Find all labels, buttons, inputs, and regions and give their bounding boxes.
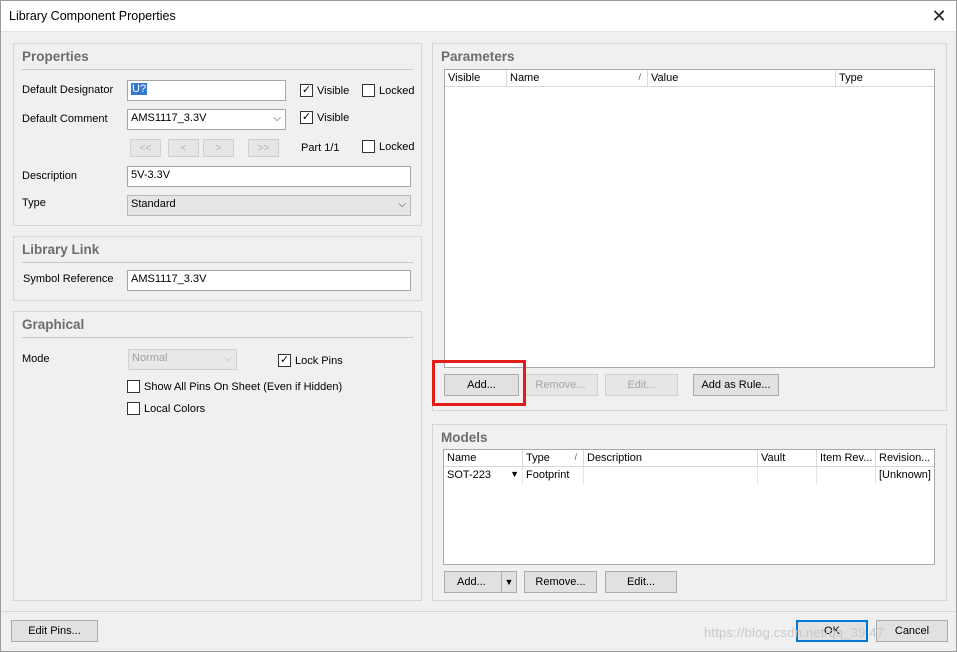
check-icon: ✓ (300, 84, 313, 97)
default-comment-combo[interactable]: AMS1117_3.3V ⌵ (127, 109, 286, 130)
comment-visible-label: Visible (317, 111, 350, 124)
ok-button[interactable]: OK (796, 620, 868, 642)
properties-divider (22, 69, 413, 70)
highlight-box (432, 360, 526, 406)
mode-label: Mode (22, 353, 50, 365)
local-colors-checkbox[interactable]: Local Colors (127, 402, 205, 415)
last-part-button[interactable]: >> (248, 139, 279, 157)
param-col-name[interactable]: Name / (507, 70, 648, 87)
models-grid[interactable]: Name Type / Description Vault Item Rev..… (443, 449, 935, 565)
model-col-item-rev[interactable]: Item Rev... (817, 450, 876, 467)
next-part-button[interactable]: > (203, 139, 234, 157)
model-row-name[interactable]: SOT-223 ▼ (444, 467, 523, 484)
unchecked-box-icon (127, 402, 140, 415)
sort-icon: / (638, 72, 641, 82)
title-bar: Library Component Properties ✕ (1, 1, 956, 32)
window-title: Library Component Properties (9, 9, 176, 23)
show-all-pins-checkbox[interactable]: Show All Pins On Sheet (Even if Hidden) (127, 380, 342, 393)
model-row-type[interactable]: Footprint (523, 467, 584, 484)
local-colors-label: Local Colors (144, 402, 206, 415)
default-designator-input[interactable]: U? (127, 80, 286, 101)
parameters-title: Parameters (441, 49, 515, 64)
type-value: Standard (131, 198, 176, 210)
param-col-visible[interactable]: Visible (445, 70, 507, 87)
model-row-vault[interactable] (758, 467, 817, 484)
param-col-type[interactable]: Type (836, 70, 934, 87)
add-as-rule-button[interactable]: Add as Rule... (693, 374, 779, 396)
model-col-vault[interactable]: Vault (758, 450, 817, 467)
dropdown-arrow-icon[interactable]: ▼ (501, 572, 516, 592)
symbol-reference-value: AMS1117_3.3V (131, 273, 207, 285)
designator-visible-checkbox[interactable]: ✓ Visible (300, 84, 349, 97)
type-combo[interactable]: Standard ⌵ (127, 195, 411, 216)
model-row-item-rev[interactable] (817, 467, 876, 484)
dialog-window: Library Component Properties ✕ Propertie… (0, 0, 957, 652)
models-grid-header: Name Type / Description Vault Item Rev..… (444, 450, 934, 467)
designator-locked-checkbox[interactable]: Locked (362, 84, 414, 97)
designator-visible-label: Visible (317, 84, 350, 97)
default-designator-label: Default Designator (22, 84, 114, 96)
library-link-divider (22, 262, 413, 263)
model-col-name[interactable]: Name (444, 450, 523, 467)
designator-locked-label: Locked (379, 84, 415, 97)
parameters-grid[interactable]: Visible Name / Value Type (444, 69, 935, 368)
properties-title: Properties (22, 49, 89, 64)
chevron-down-icon: ⌵ (224, 353, 232, 364)
graphical-divider (22, 337, 413, 338)
default-comment-value: AMS1117_3.3V (131, 112, 207, 124)
default-designator-value: U? (131, 83, 148, 95)
model-row-description[interactable] (584, 467, 758, 484)
prev-part-button[interactable]: < (168, 139, 199, 157)
model-edit-button[interactable]: Edit... (605, 571, 677, 593)
first-part-button[interactable]: << (130, 139, 161, 157)
model-col-description[interactable]: Description (584, 450, 758, 467)
graphical-title: Graphical (22, 317, 85, 332)
model-add-label: Add... (457, 576, 486, 588)
default-comment-label: Default Comment (22, 113, 108, 125)
parameters-grid-header: Visible Name / Value Type (445, 70, 934, 87)
param-remove-button[interactable]: Remove... (523, 374, 598, 396)
edit-pins-button[interactable]: Edit Pins... (11, 620, 98, 642)
footer-divider (2, 611, 955, 612)
model-remove-button[interactable]: Remove... (524, 571, 597, 593)
check-icon: ✓ (278, 354, 291, 367)
model-col-revision[interactable]: Revision... (876, 450, 934, 467)
mode-value: Normal (132, 352, 168, 364)
model-add-button[interactable]: Add... ▼ (444, 571, 517, 593)
lock-pins-label: Lock Pins (295, 354, 343, 367)
library-link-title: Library Link (22, 242, 100, 257)
comment-visible-checkbox[interactable]: ✓ Visible (300, 111, 349, 124)
symbol-reference-label: Symbol Reference (23, 273, 114, 285)
part-indicator: Part 1/1 (301, 142, 340, 154)
param-edit-button[interactable]: Edit... (605, 374, 678, 396)
part-locked-checkbox[interactable]: Locked (362, 140, 414, 153)
type-label: Type (22, 197, 46, 209)
mode-combo[interactable]: Normal ⌵ (128, 349, 237, 370)
cancel-button[interactable]: Cancel (876, 620, 948, 642)
symbol-reference-input[interactable]: AMS1117_3.3V (127, 270, 411, 291)
close-icon[interactable]: ✕ (924, 2, 954, 30)
model-row-revision[interactable]: [Unknown] (876, 467, 934, 484)
sort-icon: / (574, 452, 577, 462)
param-col-value[interactable]: Value (648, 70, 836, 87)
check-icon: ✓ (300, 111, 313, 124)
chevron-down-icon: ⌵ (273, 113, 281, 124)
model-col-type[interactable]: Type / (523, 450, 584, 467)
part-locked-label: Locked (379, 140, 415, 153)
unchecked-box-icon (362, 140, 375, 153)
library-link-group: Library Link (13, 236, 422, 301)
param-col-name-label: Name (510, 72, 540, 84)
description-label: Description (22, 170, 78, 182)
description-input[interactable]: 5V-3.3V (127, 166, 411, 187)
dropdown-arrow-icon[interactable]: ▼ (510, 469, 519, 479)
description-value: 5V-3.3V (131, 169, 171, 181)
lock-pins-checkbox[interactable]: ✓ Lock Pins (278, 354, 343, 367)
unchecked-box-icon (127, 380, 140, 393)
show-all-pins-label: Show All Pins On Sheet (Even if Hidden) (144, 380, 343, 393)
models-title: Models (441, 430, 488, 445)
model-col-type-label: Type (526, 452, 550, 464)
model-name-value: SOT-223 (447, 469, 492, 481)
unchecked-box-icon (362, 84, 375, 97)
chevron-down-icon: ⌵ (398, 199, 406, 210)
